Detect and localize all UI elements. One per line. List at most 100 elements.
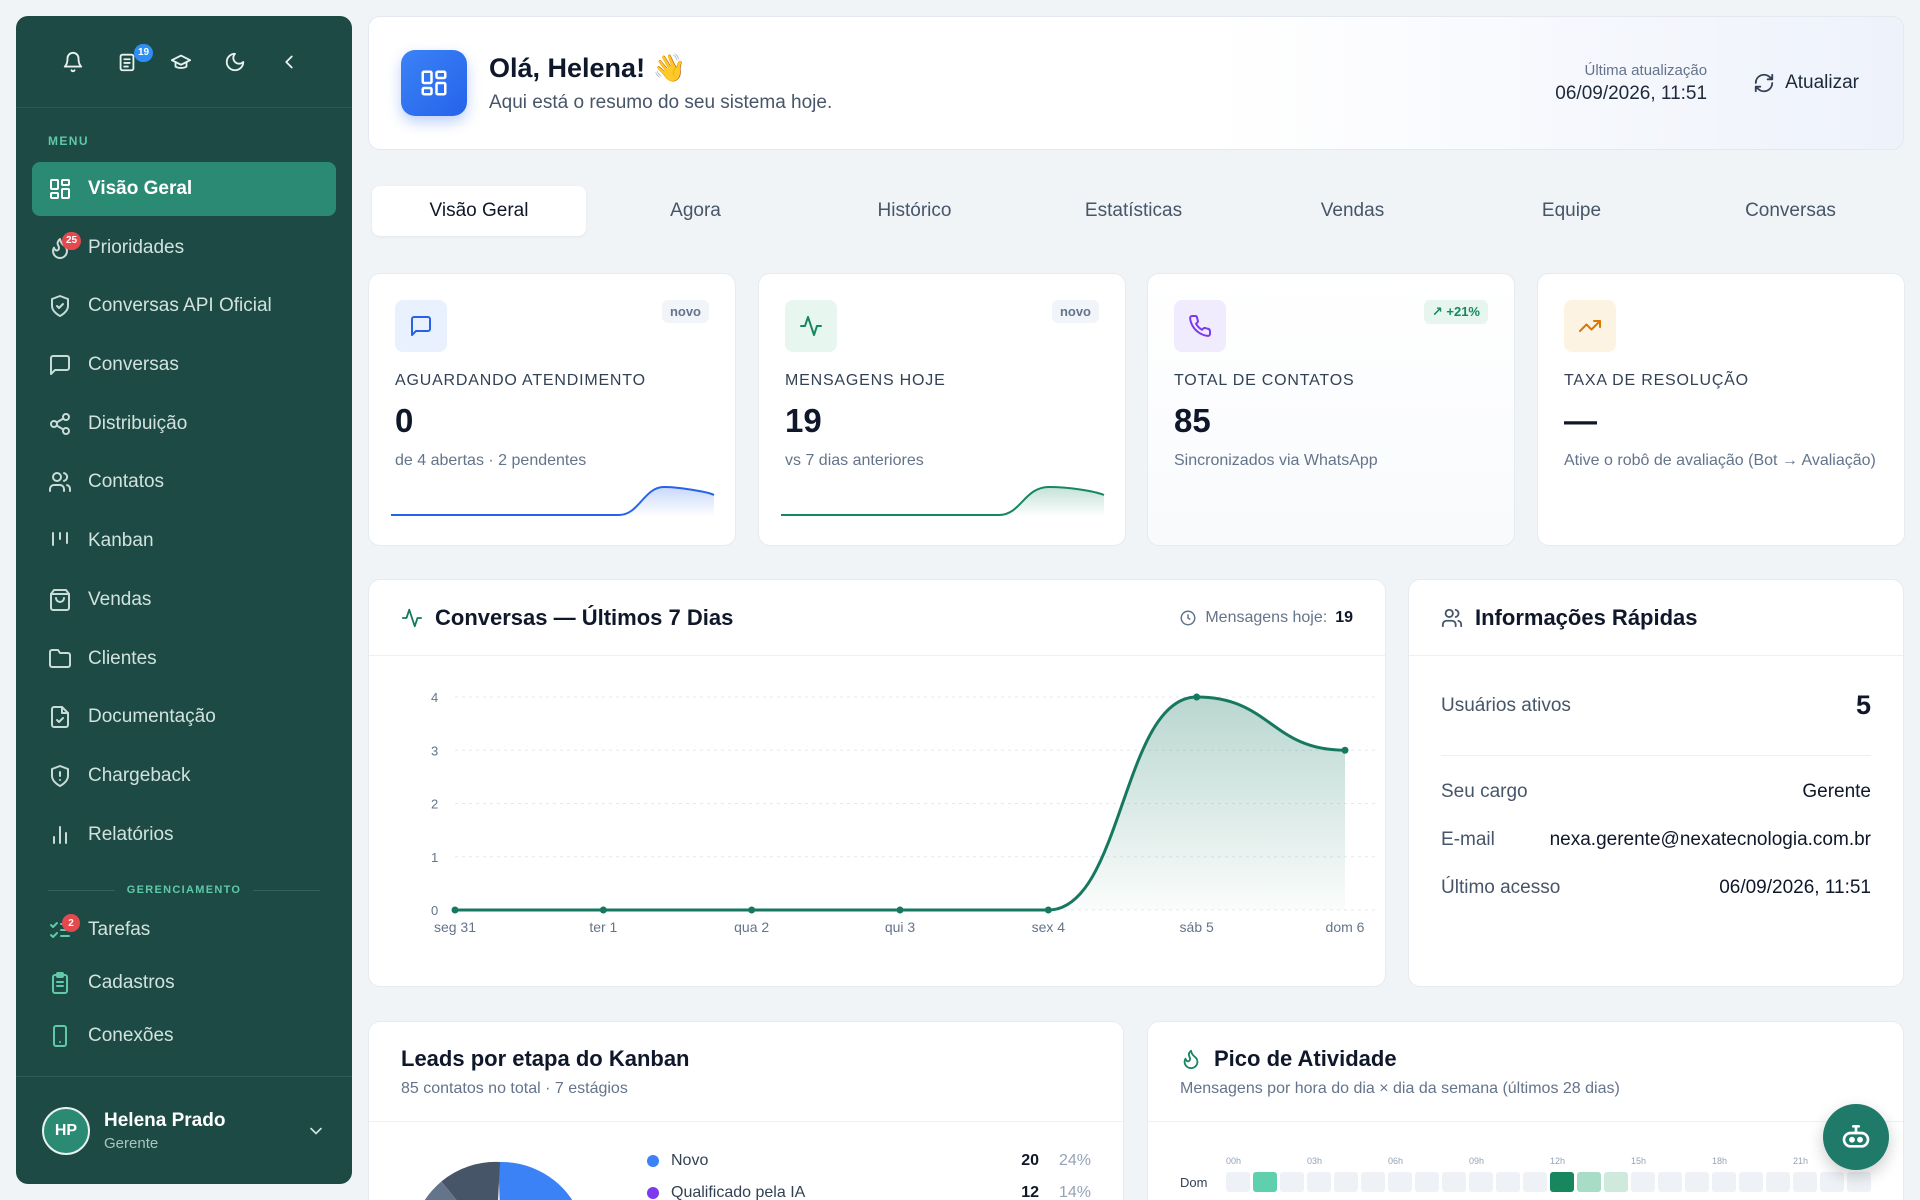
sidebar-item-label: Vendas <box>88 588 152 610</box>
clock-icon <box>1180 610 1196 625</box>
data-point <box>896 906 904 914</box>
tab-conversas[interactable]: Conversas <box>1681 186 1900 236</box>
chevron-down-icon <box>310 1127 322 1135</box>
heatmap-cell <box>1442 1172 1466 1192</box>
user-menu[interactable]: HP Helena Prado Gerente <box>16 1076 352 1184</box>
x-tick-label: sáb 5 <box>1180 919 1214 935</box>
sparkline <box>391 485 715 517</box>
stat-value: — <box>1564 402 1597 439</box>
sidebar-item-label: Cadastros <box>88 972 175 994</box>
info-key: E-mail <box>1441 829 1495 850</box>
documents-badge: 19 <box>134 43 154 62</box>
phone-icon <box>1174 300 1226 352</box>
assistant-bot-button[interactable] <box>1823 1104 1889 1170</box>
tab-estatisticas[interactable]: Estatísticas <box>1024 186 1243 236</box>
heatmap-cell <box>1334 1172 1358 1192</box>
page-subtitle: Aqui está o resumo do seu sistema hoje. <box>489 92 833 113</box>
sidebar-item-vendas[interactable]: Vendas <box>32 573 336 627</box>
stat-label: AGUARDANDO ATENDIMENTO <box>395 372 646 389</box>
notifications-button[interactable] <box>46 42 100 82</box>
sidebar-item-cadastros[interactable]: Cadastros <box>32 959 336 1007</box>
heatmap-cell <box>1577 1172 1601 1192</box>
heatmap-cell <box>1685 1172 1709 1192</box>
sidebar-item-conexoes[interactable]: Conexões <box>32 1012 336 1060</box>
heatmap-cell <box>1604 1172 1628 1192</box>
collapse-sidebar-button[interactable] <box>262 42 316 82</box>
info-row-cargo: Seu cargo Gerente <box>1409 768 1903 816</box>
sidebar-item-contatos[interactable]: Contatos <box>32 455 336 509</box>
sidebar-item-conversas[interactable]: Conversas <box>32 338 336 392</box>
stat-card-resolucao: TAXA DE RESOLUÇÃO — Ative o robô de aval… <box>1537 273 1905 546</box>
peak-title: Pico de Atividade <box>1214 1046 1397 1071</box>
hour-label: 06h <box>1388 1156 1404 1166</box>
stat-value: 0 <box>395 402 414 439</box>
theme-toggle-button[interactable] <box>208 42 262 82</box>
hour-label: 09h <box>1469 1156 1485 1166</box>
refresh-button[interactable]: Atualizar <box>1741 62 1871 104</box>
user-role: Gerente <box>104 1134 159 1152</box>
heatmap-cell <box>1766 1172 1790 1192</box>
documents-button[interactable]: 19 <box>100 42 154 82</box>
peak-subtitle: Mensagens por hora do dia × dia da seman… <box>1180 1080 1620 1097</box>
legend-item: Qualificado pela IA 12 14% <box>647 1184 1091 1200</box>
sidebar-item-label: Tarefas <box>88 919 151 941</box>
sidebar-item-prioridades[interactable]: 25 Prioridades <box>32 221 336 275</box>
sidebar-toolbar: 19 <box>16 16 352 108</box>
tab-agora[interactable]: Agora <box>586 186 805 236</box>
sidebar-item-relatorios[interactable]: Relatórios <box>32 808 336 862</box>
sidebar-item-label: Relatórios <box>88 823 174 845</box>
stat-description: Ative o robô de avaliação (Bot → Avaliaç… <box>1564 452 1876 469</box>
activity-icon <box>401 608 423 627</box>
tab-visao-geral[interactable]: Visão Geral <box>372 186 586 236</box>
training-button[interactable] <box>154 42 208 82</box>
stat-description: Sincronizados via WhatsApp <box>1174 452 1378 469</box>
heatmap-cell <box>1469 1172 1493 1192</box>
dashboard-logo-icon <box>401 50 467 116</box>
sidebar-item-visao-geral[interactable]: Visão Geral <box>32 162 336 216</box>
sidebar-item-kanban[interactable]: Kanban <box>32 514 336 568</box>
dashboard-icon <box>48 177 72 201</box>
heatmap-cells <box>1226 1172 1874 1192</box>
stat-card-aguardando: novo AGUARDANDO ATENDIMENTO 0 de 4 abert… <box>368 273 736 546</box>
sidebar-item-tarefas[interactable]: 2 Tarefas <box>32 906 336 954</box>
messages-today-value: 19 <box>1335 608 1353 626</box>
legend-label: Novo <box>671 1152 709 1169</box>
chevron-left-icon <box>285 55 293 68</box>
tab-equipe[interactable]: Equipe <box>1462 186 1681 236</box>
tab-historico[interactable]: Histórico <box>805 186 1024 236</box>
prioridades-badge: 25 <box>62 231 82 250</box>
heatmap-cell <box>1415 1172 1439 1192</box>
sidebar-item-conversas-api-oficial[interactable]: Conversas API Oficial <box>32 279 336 333</box>
stat-tag: novo <box>661 300 709 323</box>
x-tick-label: sex 4 <box>1032 919 1066 935</box>
menu-section-label: MENU <box>48 134 89 148</box>
bar-chart-icon <box>48 823 72 847</box>
users-icon <box>48 470 72 494</box>
heatmap-cell <box>1523 1172 1547 1192</box>
sidebar-item-documentacao[interactable]: Documentação <box>32 690 336 744</box>
flame-icon: 25 <box>48 231 82 260</box>
sidebar-item-label: Conversas <box>88 354 179 376</box>
heatmap-cell <box>1793 1172 1817 1192</box>
data-point <box>748 906 756 914</box>
x-tick-label: qui 3 <box>885 919 916 935</box>
bell-icon <box>63 51 83 72</box>
y-tick-label: 3 <box>431 743 438 758</box>
last-update-value: 06/09/2026, 11:51 <box>1555 82 1708 104</box>
heatmap-cell <box>1280 1172 1304 1192</box>
info-key: Usuários ativos <box>1441 694 1571 716</box>
trending-up-icon <box>1564 300 1616 352</box>
sidebar-item-clientes[interactable]: Clientes <box>32 632 336 686</box>
info-value: 5 <box>1855 690 1871 720</box>
heatmap: 00h 03h 06h 09h 12h 15h 18h 21h Dom <box>1180 1156 1874 1192</box>
management-section-label: GERENCIAMENTO <box>16 866 352 906</box>
chart-title: Conversas — Últimos 7 Dias <box>435 604 734 630</box>
sidebar-item-distribuicao[interactable]: Distribuição <box>32 397 336 451</box>
donut-chart <box>425 1161 572 1200</box>
leads-title: Leads por etapa do Kanban <box>401 1046 690 1071</box>
x-tick-label: qua 2 <box>734 919 769 935</box>
tab-vendas[interactable]: Vendas <box>1243 186 1462 236</box>
legend-dot <box>647 1187 659 1199</box>
heatmap-cell <box>1631 1172 1655 1192</box>
sidebar-item-chargeback[interactable]: Chargeback <box>32 749 336 803</box>
